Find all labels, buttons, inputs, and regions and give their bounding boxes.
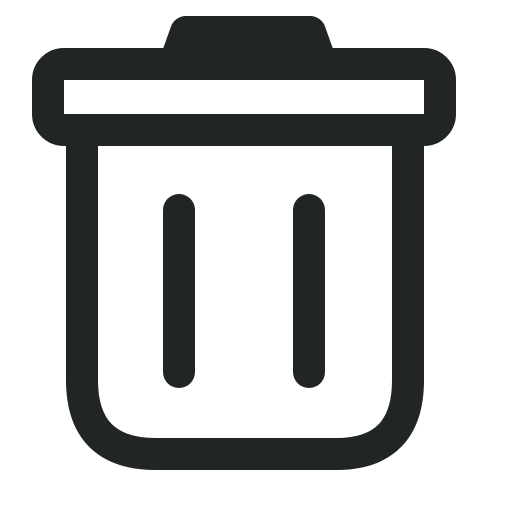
trash-icon xyxy=(0,0,512,512)
icon-canvas xyxy=(0,0,512,512)
trash-icon-svg xyxy=(32,16,456,470)
trash-can-body xyxy=(66,114,424,470)
trash-lid xyxy=(32,48,456,146)
